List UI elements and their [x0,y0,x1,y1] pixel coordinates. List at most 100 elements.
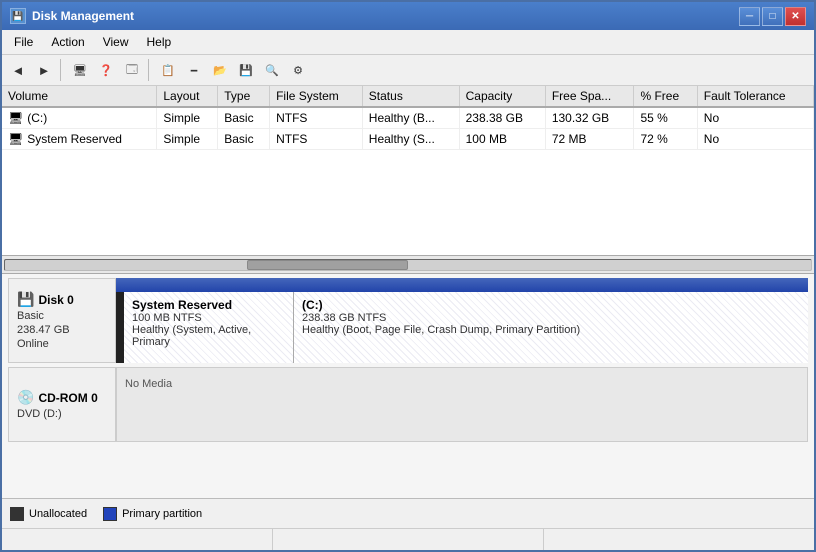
menu-file[interactable]: File [6,32,41,52]
col-filesystem[interactable]: File System [270,86,363,107]
disk-0-header-bar [116,278,808,292]
disk-0-sysres-partition[interactable]: System Reserved 100 MB NTFS Healthy (Sys… [124,292,294,363]
row-icon-c: 🖥 (C:) [8,111,47,125]
c-title: (C:) [302,298,800,312]
maximize-button[interactable]: □ [762,7,783,26]
col-layout[interactable]: Layout [157,86,218,107]
toolbar-separator-1 [60,59,64,81]
disk-icon: 💾 [17,291,34,308]
cell-capacity-c: 238.38 GB [459,107,545,129]
col-freespace[interactable]: Free Spa... [545,86,634,107]
cell-type-sysres: Basic [218,129,270,150]
legend-unallocated: Unallocated [10,507,87,521]
cell-type-c: Basic [218,107,270,129]
legend-unalloc-box [10,507,24,521]
menu-help[interactable]: Help [139,32,180,52]
back-button[interactable]: ◄ [6,58,30,82]
col-faulttolerance[interactable]: Fault Tolerance [697,86,813,107]
toolbar-btn-3[interactable]: 🗔 [120,58,144,82]
sysres-status: Healthy (System, Active, Primary [132,324,285,348]
volume-table-section[interactable]: Volume Layout Type File System Status Ca… [2,86,814,256]
main-content: Volume Layout Type File System Status Ca… [2,86,814,550]
title-bar: 💾 Disk Management ─ □ ✕ [2,2,814,30]
menu-action[interactable]: Action [43,32,92,52]
disk-0-title: 💾 Disk 0 [17,291,107,308]
row-icon-sysres: 🖥 System Reserved [8,132,122,146]
cell-fs-sysres: NTFS [270,129,363,150]
cell-volume-c: 🖥 (C:) [2,107,157,129]
scrollbar-track[interactable] [4,259,812,271]
cell-status-sysres: Healthy (S... [362,129,459,150]
status-bar [2,528,814,550]
col-pctfree[interactable]: % Free [634,86,697,107]
toolbar-btn-4[interactable]: 📋 [156,58,180,82]
toolbar-btn-1[interactable]: 🖥 [68,58,92,82]
disk-0-size: 238.47 GB [17,324,107,336]
toolbar-btn-6[interactable]: 📂 [208,58,232,82]
disk-0-c-partition[interactable]: (C:) 238.38 GB NTFS Healthy (Boot, Page … [294,292,808,363]
cell-status-c: Healthy (B... [362,107,459,129]
legend-unalloc-label: Unallocated [29,508,87,520]
toolbar-btn-8[interactable]: 🔍 [260,58,284,82]
app-icon: 💾 [10,8,26,24]
legend-primary: Primary partition [103,507,202,521]
forward-button[interactable]: ► [32,58,56,82]
cell-volume-sysres: 🖥 System Reserved [2,129,157,150]
table-row[interactable]: 🖥 System Reserved Simple Basic NTFS Heal… [2,129,814,150]
minimize-button[interactable]: ─ [739,7,760,26]
disk-0-type: Basic [17,310,107,322]
table-row[interactable]: 🖥 (C:) Simple Basic NTFS Healthy (B... 2… [2,107,814,129]
sysres-title: System Reserved [132,298,285,312]
cdrom-0-content: No Media [116,367,808,442]
main-window: 💾 Disk Management ─ □ ✕ File Action View… [0,0,816,552]
menu-view[interactable]: View [95,32,137,52]
col-status[interactable]: Status [362,86,459,107]
toolbar-separator-2 [148,59,152,81]
window-title: Disk Management [32,9,134,23]
status-pane-3 [544,529,814,550]
cell-layout-sysres: Simple [157,129,218,150]
cdrom-no-media: No Media [125,378,799,390]
cell-pctfree-sysres: 72 % [634,129,697,150]
cdrom-0-title: 💿 CD-ROM 0 [17,389,107,406]
toolbar-btn-5[interactable]: 🗕 [182,58,206,82]
cdrom-icon: 💿 [17,389,34,406]
toolbar-btn-9[interactable]: ⚙ [286,58,310,82]
volume-table: Volume Layout Type File System Status Ca… [2,86,814,150]
toolbar-btn-2[interactable]: ❓ [94,58,118,82]
scrollbar-thumb[interactable] [247,260,408,270]
cdrom-0-row: 💿 CD-ROM 0 DVD (D:) No Media [8,367,808,442]
c-size: 238.38 GB NTFS [302,312,800,324]
cell-capacity-sysres: 100 MB [459,129,545,150]
cdrom-0-type: DVD (D:) [17,408,107,420]
horizontal-scrollbar[interactable] [2,256,814,274]
disk-section: 💾 Disk 0 Basic 238.47 GB Online System R… [2,274,814,498]
col-type[interactable]: Type [218,86,270,107]
cell-fs-c: NTFS [270,107,363,129]
cell-fault-sysres: No [697,129,813,150]
cell-pctfree-c: 55 % [634,107,697,129]
title-bar-left: 💾 Disk Management [10,8,134,24]
disk-0-status: Online [17,338,107,350]
drive-icon-c: 🖥 [8,111,23,125]
close-button[interactable]: ✕ [785,7,806,26]
title-controls[interactable]: ─ □ ✕ [739,7,806,26]
legend-primary-label: Primary partition [122,508,202,520]
legend-section: Unallocated Primary partition [2,498,814,528]
col-volume[interactable]: Volume [2,86,157,107]
drive-icon-sysres: 🖥 [8,132,23,146]
col-capacity[interactable]: Capacity [459,86,545,107]
toolbar: ◄ ► 🖥 ❓ 🗔 📋 🗕 📂 💾 🔍 ⚙ [2,55,814,86]
disk-0-unallocated[interactable] [116,292,124,363]
c-status: Healthy (Boot, Page File, Crash Dump, Pr… [302,324,800,336]
disk-0-visual: System Reserved 100 MB NTFS Healthy (Sys… [116,278,808,363]
status-pane-2 [273,529,544,550]
legend-primary-box [103,507,117,521]
disk-0-label: 💾 Disk 0 Basic 238.47 GB Online [8,278,116,363]
cell-freespace-sysres: 72 MB [545,129,634,150]
disk-0-partitions: System Reserved 100 MB NTFS Healthy (Sys… [116,292,808,363]
sysres-size: 100 MB NTFS [132,312,285,324]
toolbar-btn-7[interactable]: 💾 [234,58,258,82]
disk-0-row: 💾 Disk 0 Basic 238.47 GB Online System R… [8,278,808,363]
cell-freespace-c: 130.32 GB [545,107,634,129]
